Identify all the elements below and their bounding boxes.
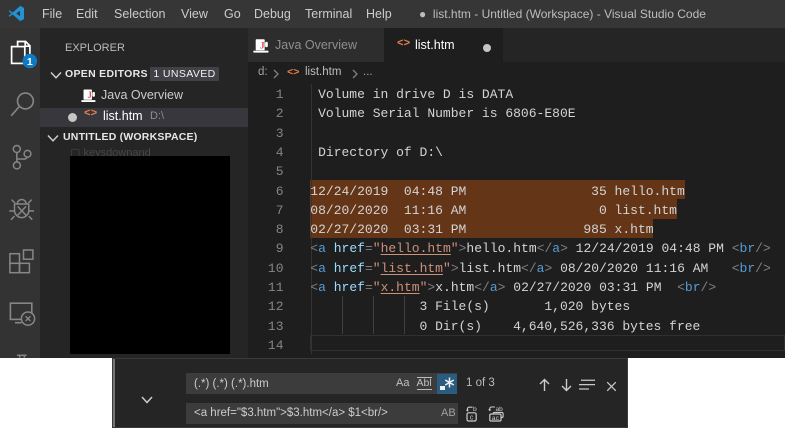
svg-text:J: J bbox=[259, 41, 264, 51]
svg-text:c: c bbox=[469, 415, 473, 422]
svg-text:ac: ac bbox=[492, 415, 500, 422]
svg-text:J: J bbox=[87, 90, 92, 100]
svg-text:1: 1 bbox=[27, 56, 33, 68]
svg-text:b: b bbox=[473, 406, 477, 413]
